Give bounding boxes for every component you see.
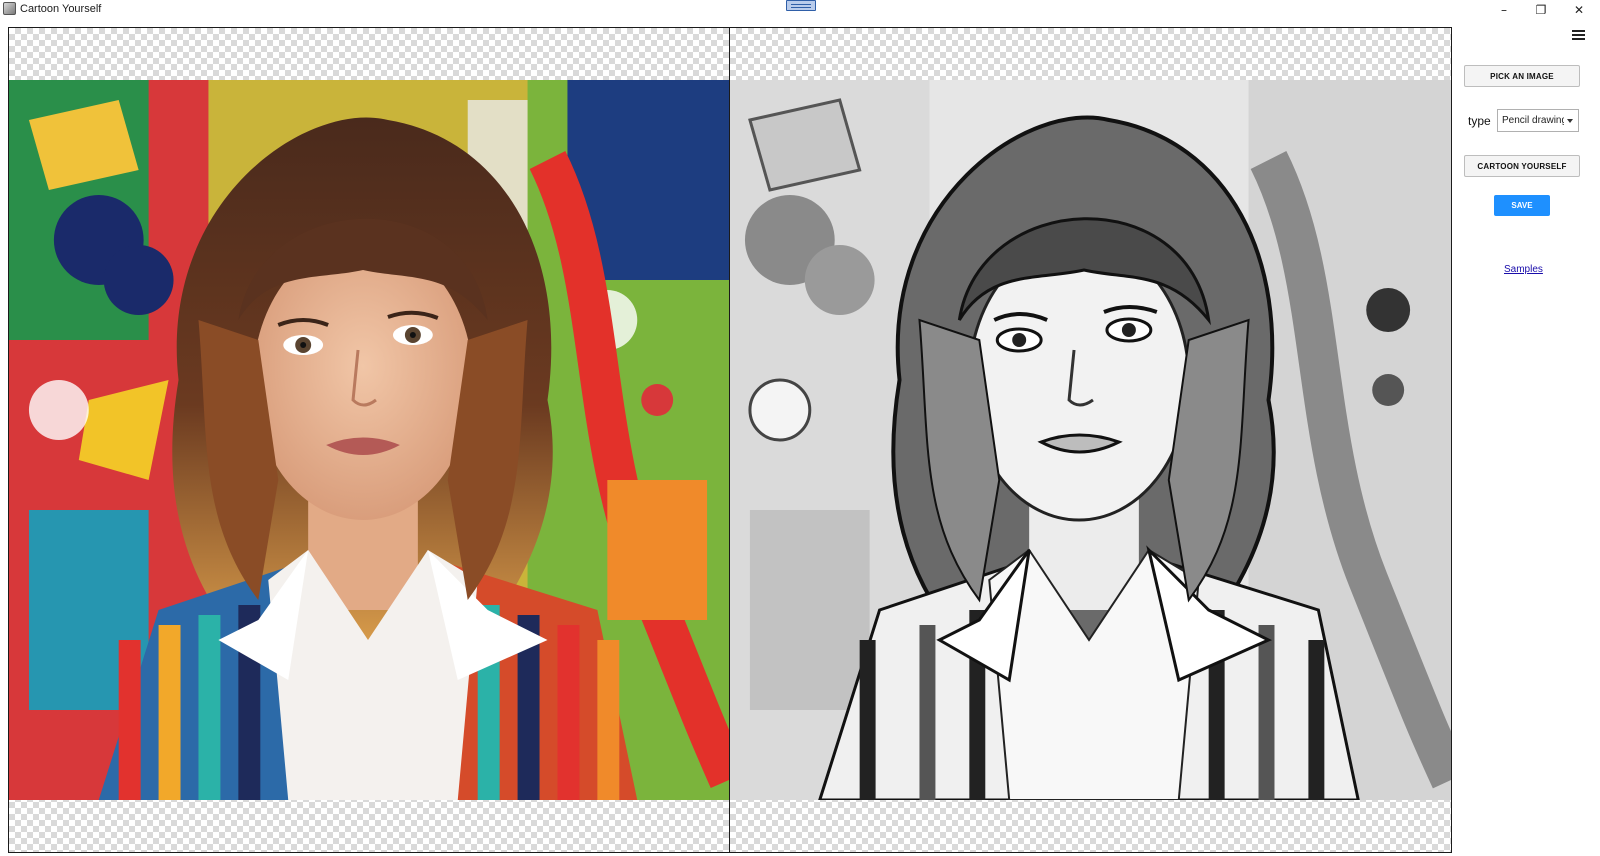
menu-line bbox=[1572, 38, 1585, 40]
title-bar: Cartoon Yourself – ❐ ✕ bbox=[0, 0, 1600, 19]
hamburger-menu-icon[interactable] bbox=[1570, 28, 1588, 42]
type-label: type bbox=[1468, 114, 1491, 128]
cartoon-yourself-button[interactable]: CARTOON YOURSELF bbox=[1464, 155, 1580, 177]
result-image-pane bbox=[729, 27, 1452, 853]
original-image-pane bbox=[8, 27, 730, 853]
menu-line bbox=[1572, 34, 1585, 36]
drag-handle[interactable] bbox=[786, 0, 816, 11]
type-select-value: Pencil drawing bbox=[1502, 115, 1564, 126]
window-title: Cartoon Yourself bbox=[20, 3, 102, 15]
original-photo bbox=[9, 80, 729, 800]
app-icon bbox=[3, 2, 16, 15]
menu-line bbox=[1572, 30, 1585, 32]
type-select[interactable]: Pencil drawing bbox=[1497, 109, 1579, 132]
close-button[interactable]: ✕ bbox=[1561, 0, 1597, 19]
original-photo-image bbox=[9, 80, 729, 800]
result-drawing-image bbox=[730, 80, 1451, 800]
chevron-down-icon bbox=[1567, 119, 1573, 123]
minimize-button[interactable]: – bbox=[1486, 0, 1522, 19]
pick-image-button[interactable]: PICK AN IMAGE bbox=[1464, 65, 1580, 87]
samples-link[interactable]: Samples bbox=[1504, 264, 1543, 275]
result-drawing bbox=[730, 80, 1451, 800]
save-button[interactable]: SAVE bbox=[1494, 195, 1550, 216]
restore-button[interactable]: ❐ bbox=[1523, 0, 1559, 19]
